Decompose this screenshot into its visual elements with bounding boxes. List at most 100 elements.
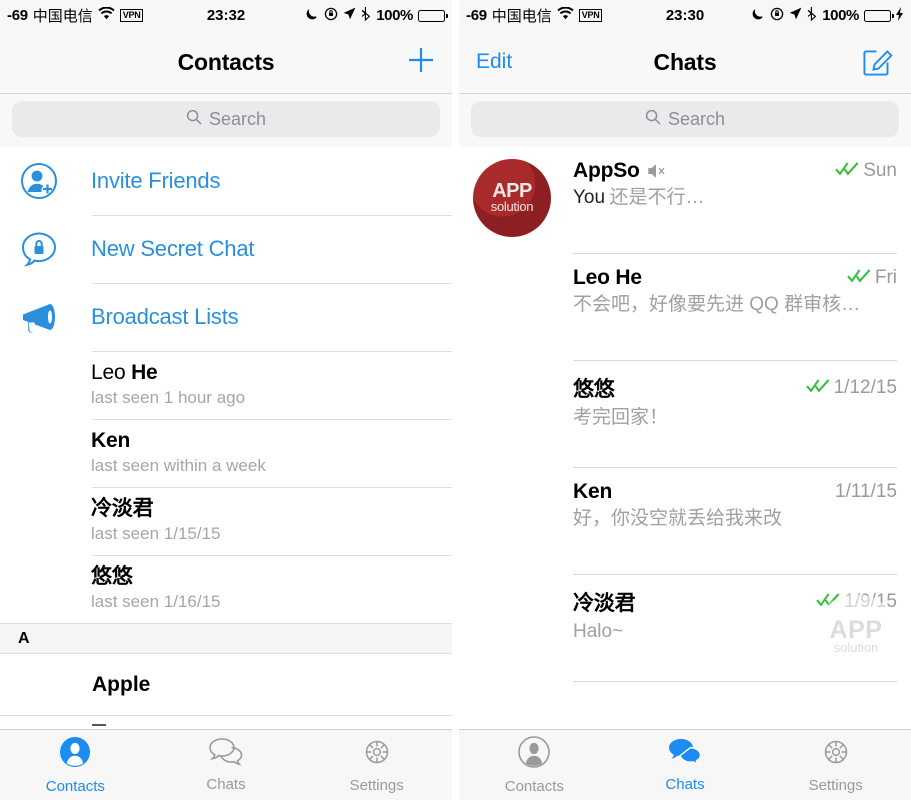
chat-row[interactable]: Ken 1/11/15 好，你没空就丢给我来改 <box>459 468 911 575</box>
avatar <box>14 494 68 548</box>
read-receipt-double-check-icon <box>835 161 859 181</box>
charging-bolt-icon <box>896 6 904 25</box>
contacts-screen: -69 中国电信 VPN 23:32 100% Contacts Search … <box>0 0 452 800</box>
avatar-text-line2: solution <box>490 199 534 214</box>
chat-meta: 1/12/15 <box>805 377 897 399</box>
tab-label: Chats <box>665 776 705 793</box>
tab-chats[interactable]: Chats <box>610 737 761 793</box>
chat-date: Sun <box>863 160 897 181</box>
signal-strength: -69 <box>7 7 28 24</box>
nav-bar: Edit Chats <box>459 31 911 94</box>
status-bar-left: -69 中国电信 VPN <box>7 5 144 26</box>
chat-date: 1/11/15 <box>835 481 897 502</box>
battery-icon <box>864 9 894 22</box>
location-arrow-icon <box>789 7 802 24</box>
contact-row[interactable]: Ken last seen within a week <box>0 419 452 487</box>
contact-name: Apple <box>92 673 151 696</box>
action-broadcast-lists[interactable]: Broadcast Lists <box>0 283 452 351</box>
contact-status: last seen 1 hour ago <box>91 388 246 407</box>
contact-text: Ken last seen within a week <box>91 428 266 478</box>
chat-row[interactable]: 冷淡君 1/9/15 Halo~ <box>459 575 911 682</box>
section-header: A <box>0 623 452 654</box>
action-label: New Secret Chat <box>91 236 255 261</box>
chat-row[interactable]: Leo He Fri 不会吧，好像要先进 QQ 群审核… <box>459 254 911 361</box>
chat-preview: 好，你没空就丢给我来改 <box>573 508 783 529</box>
chats-screen: -69 中国电信 VPN 23:30 100% Edit Chats Searc… <box>459 0 911 800</box>
plus-icon <box>406 45 436 80</box>
chat-body: 冷淡君 1/9/15 Halo~ <box>573 587 897 670</box>
search-input[interactable]: Search <box>471 101 899 137</box>
action-label: Broadcast Lists <box>91 304 239 329</box>
bluetooth-icon <box>361 6 371 25</box>
page-title: Contacts <box>177 48 275 75</box>
tab-settings[interactable]: Settings <box>760 736 911 794</box>
edit-button[interactable]: Edit <box>476 50 512 74</box>
bluetooth-icon <box>807 6 817 25</box>
read-receipt-double-check-icon <box>847 268 871 288</box>
chat-row[interactable]: 悠悠 1/12/15 考完回家！ <box>459 361 911 468</box>
search-icon <box>186 109 202 130</box>
search-icon <box>645 109 661 130</box>
wifi-icon <box>98 6 115 24</box>
tab-label: Contacts <box>45 778 105 795</box>
action-label: Invite Friends <box>91 168 221 193</box>
carrier-name: 中国电信 <box>32 8 93 25</box>
rotation-lock-icon <box>324 7 338 25</box>
contact-name: Ken <box>91 429 131 452</box>
chat-preview: Halo~ <box>573 621 624 642</box>
battery-percent: 100% <box>376 7 413 24</box>
action-new-secret-chat[interactable]: New Secret Chat <box>0 215 452 283</box>
contact-name: Leo He <box>91 361 158 384</box>
chat-row[interactable]: APP solution AppSo Sun You 还是不行… <box>459 147 911 254</box>
action-invite-friends[interactable]: Invite Friends <box>0 147 452 215</box>
person-icon <box>58 735 92 774</box>
lock-bubble-icon <box>14 229 64 269</box>
chat-name: 悠悠 <box>573 378 615 401</box>
contact-row[interactable]: 悠悠 last seen 1/16/15 <box>0 555 452 623</box>
contact-text: Leo He last seen 1 hour ago <box>91 360 245 410</box>
gear-icon <box>820 736 852 773</box>
status-bar-right: 100% <box>305 6 448 25</box>
mute-icon <box>647 163 666 179</box>
compose-button[interactable] <box>863 44 895 81</box>
chat-body: Leo He Fri 不会吧，好像要先进 QQ 群审核… <box>573 266 897 349</box>
contact-status: last seen 1/16/15 <box>91 592 221 611</box>
tab-chats[interactable]: Chats <box>151 737 302 793</box>
tab-bar: Contacts Chats Settings <box>459 729 911 800</box>
chat-preview: 不会吧，好像要先进 QQ 群审核… <box>573 294 861 315</box>
contact-row[interactable]: Apple <box>0 654 452 716</box>
battery-icon <box>418 9 448 22</box>
tab-contacts[interactable]: Contacts <box>0 735 151 795</box>
battery-percent: 100% <box>822 7 859 24</box>
compose-icon <box>863 44 895 81</box>
tab-contacts[interactable]: Contacts <box>459 735 610 795</box>
avatar <box>473 373 551 451</box>
wifi-icon <box>557 6 574 24</box>
moon-icon <box>751 7 765 25</box>
tab-label: Chats <box>206 776 246 793</box>
chat-date: Fri <box>874 267 897 288</box>
avatar <box>473 266 551 344</box>
tab-label: Contacts <box>504 778 564 795</box>
chat-body: 悠悠 1/12/15 考完回家！ <box>573 373 897 456</box>
add-contact-button[interactable] <box>406 45 436 80</box>
contact-status: last seen within a week <box>91 456 266 475</box>
chat-meta: Sun <box>835 160 897 182</box>
contact-text: 悠悠 last seen 1/16/15 <box>91 564 220 614</box>
carrier-name: 中国电信 <box>491 8 552 25</box>
chat-date: 1/12/15 <box>833 377 897 398</box>
search-input[interactable]: Search <box>12 101 440 137</box>
contact-row[interactable]: 冷淡君 last seen 1/15/15 <box>0 487 452 555</box>
chat-name: Ken <box>573 480 613 503</box>
avatar <box>473 587 551 665</box>
chats-list: APP solution AppSo Sun You 还是不行… Leo He … <box>459 147 911 682</box>
chat-name: 冷淡君 <box>573 592 636 615</box>
chat-bubbles-icon <box>668 737 702 772</box>
chat-date: 1/9/15 <box>844 591 897 612</box>
contact-name: 悠悠 <box>91 565 133 588</box>
read-receipt-double-check-icon <box>816 592 840 612</box>
contact-row[interactable]: Leo He last seen 1 hour ago <box>0 351 452 419</box>
rotation-lock-icon <box>770 7 784 25</box>
tab-settings[interactable]: Settings <box>301 736 452 794</box>
avatar-text-line1: APP <box>492 180 532 202</box>
